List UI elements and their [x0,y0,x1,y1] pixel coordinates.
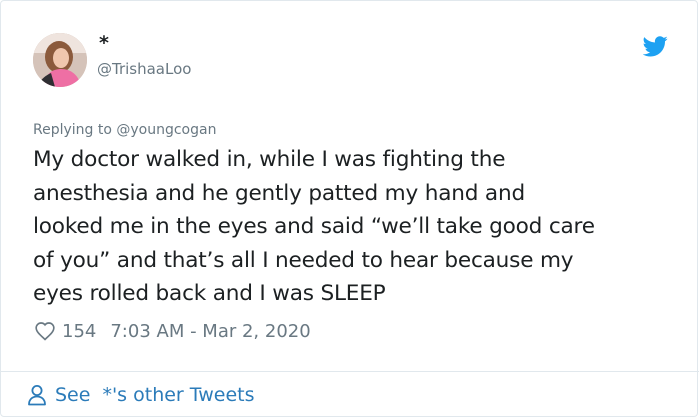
display-name[interactable]: * [99,33,109,53]
avatar-image [33,33,87,87]
heart-icon[interactable] [34,321,56,341]
person-icon [28,385,46,406]
like-count[interactable]: 154 [62,321,96,342]
tweet-meta: 154 7:03 AM - Mar 2, 2020 [34,319,311,343]
see-other-tweets-link[interactable]: See *'s other Tweets [27,382,255,408]
reply-context[interactable]: Replying to @youngcogan [33,120,216,140]
tweet-card: * @TrishaaLoo Replying to @youngcogan My… [0,0,699,417]
tweet-text: My doctor walked in, while I was fightin… [33,147,595,306]
other-tweets-label[interactable]: *'s other Tweets [102,384,254,406]
avatar[interactable] [33,33,87,87]
see-label[interactable]: See [55,384,90,406]
twitter-bird-icon[interactable] [643,36,668,57]
divider [1,371,699,372]
timestamp[interactable]: 7:03 AM - Mar 2, 2020 [110,321,310,342]
user-handle[interactable]: @TrishaaLoo [97,59,191,79]
